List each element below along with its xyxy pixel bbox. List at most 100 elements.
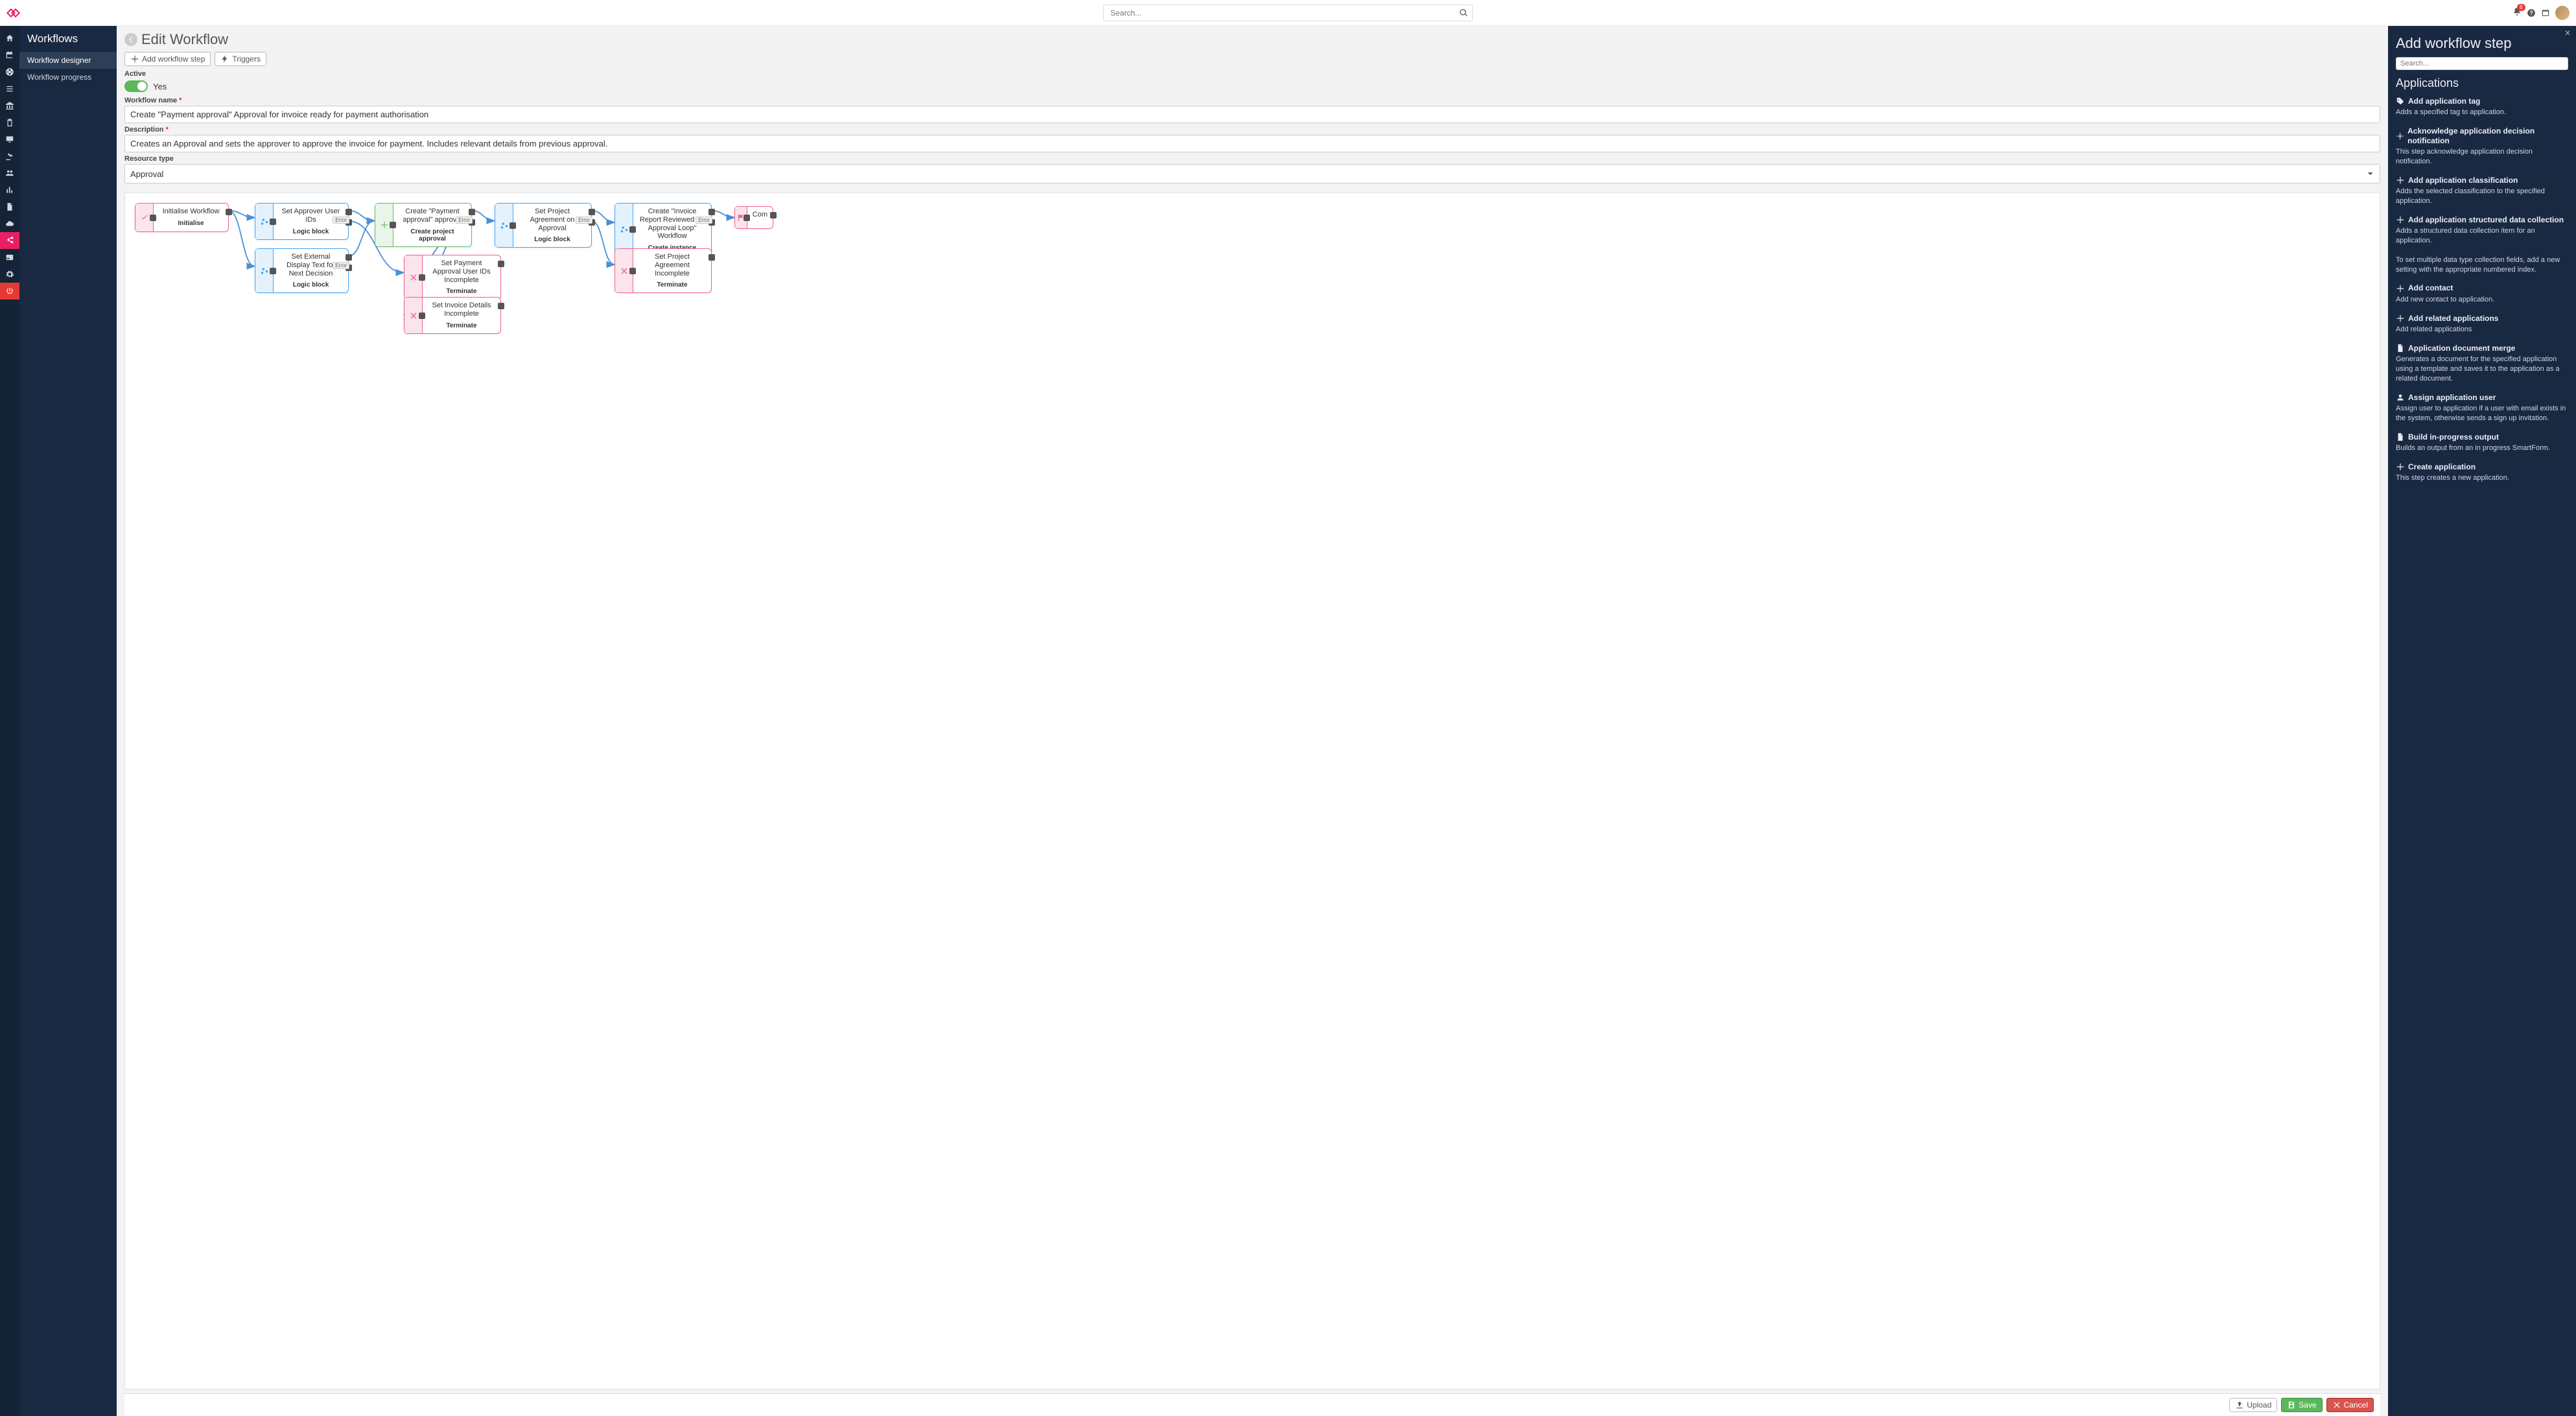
footer-toolbar: Upload Save Cancel <box>124 1393 2380 1416</box>
rail-power[interactable] <box>0 283 19 300</box>
global-search-wrap <box>1103 5 1473 21</box>
workflow-link[interactable] <box>349 221 375 257</box>
step-option-9[interactable]: Create applicationThis step creates a ne… <box>2396 462 2568 483</box>
plus-icon <box>2396 176 2405 185</box>
node-port-in[interactable] <box>390 222 396 228</box>
back-button[interactable] <box>124 33 137 46</box>
node-port-in[interactable] <box>270 268 276 274</box>
active-toggle[interactable] <box>124 80 148 92</box>
node-port-in[interactable] <box>150 215 156 221</box>
workflow-node-n7[interactable]: Set Project Agreement on ApprovalLogic b… <box>495 203 592 248</box>
step-option-title: Acknowledge application decision notific… <box>2396 126 2568 145</box>
rail-users[interactable] <box>0 165 19 182</box>
rail-calendar[interactable] <box>0 47 19 64</box>
workflow-node-n2[interactable]: Set Approver User IDsLogic blockError <box>255 203 349 239</box>
node-port-in[interactable] <box>629 268 636 274</box>
step-search-input[interactable] <box>2396 57 2568 70</box>
global-search-button[interactable] <box>1457 6 1470 19</box>
rail-gavel[interactable] <box>0 148 19 165</box>
workflow-node-n3[interactable]: Set External Display Text for Next Decis… <box>255 248 349 293</box>
help-icon[interactable] <box>2527 8 2536 18</box>
node-port-out[interactable] <box>589 209 595 215</box>
rail-list[interactable] <box>0 80 19 97</box>
node-port-out[interactable] <box>498 261 504 267</box>
node-port-out[interactable] <box>770 212 777 218</box>
node-port-out[interactable] <box>708 254 715 261</box>
rail-clipboard[interactable] <box>0 114 19 131</box>
node-port-in[interactable] <box>419 313 425 319</box>
rail-globe[interactable] <box>0 64 19 80</box>
node-port-out[interactable] <box>345 254 352 261</box>
workflow-node-n9[interactable]: Set Project Agreement IncompleteTerminat… <box>615 248 712 293</box>
resource-type-select[interactable]: Approval <box>124 164 2380 183</box>
rail-file[interactable] <box>0 198 19 215</box>
rail-bank[interactable] <box>0 97 19 114</box>
users-icon <box>5 169 14 178</box>
workflow-link[interactable] <box>472 211 495 221</box>
main-area: Edit Workflow Add workflow step Triggers… <box>117 26 2388 1416</box>
node-port-in[interactable] <box>744 215 750 221</box>
workflow-node-n5[interactable]: Set Payment Approval User IDs Incomplete… <box>404 255 501 300</box>
cancel-button[interactable]: Cancel <box>2326 1398 2374 1412</box>
node-port-out[interactable] <box>708 209 715 215</box>
step-option-title: Assign application user <box>2396 393 2568 402</box>
check-icon <box>140 213 149 222</box>
step-option-5[interactable]: Add related applicationsAdd related appl… <box>2396 314 2568 335</box>
node-port-out[interactable] <box>345 209 352 215</box>
step-option-desc: Builds an output from an in progress Sma… <box>2396 443 2568 453</box>
rail-monitor[interactable] <box>0 131 19 148</box>
rail-chart[interactable] <box>0 182 19 198</box>
step-option-8[interactable]: Build in-progress outputBuilds an output… <box>2396 432 2568 453</box>
node-body: Com <box>747 207 773 228</box>
description-input[interactable] <box>124 135 2380 152</box>
node-port-out[interactable] <box>469 209 475 215</box>
node-port-in[interactable] <box>509 222 516 229</box>
save-button[interactable]: Save <box>2281 1398 2322 1412</box>
node-port-out[interactable] <box>226 209 232 215</box>
file-icon <box>2396 432 2405 442</box>
node-port-in[interactable] <box>270 218 276 225</box>
node-error-tag: Error <box>696 217 712 224</box>
workflow-link[interactable] <box>592 211 615 222</box>
step-option-4[interactable]: Add contactAdd new contact to applicatio… <box>2396 283 2568 304</box>
node-port-in[interactable] <box>419 274 425 281</box>
rail-cloud[interactable] <box>0 215 19 232</box>
triggers-button[interactable]: Triggers <box>215 52 266 66</box>
node-port-in[interactable] <box>629 226 636 233</box>
workflow-link[interactable] <box>229 211 255 218</box>
global-search-input[interactable] <box>1103 5 1473 21</box>
node-port-out[interactable] <box>498 303 504 309</box>
sidenav-item-1[interactable]: Workflow progress <box>19 69 117 86</box>
workflow-link[interactable] <box>349 211 375 221</box>
app-logo[interactable] <box>8 7 19 19</box>
workflow-node-n4[interactable]: Create "Payment approval" approvalCreate… <box>375 203 472 246</box>
step-option-6[interactable]: Application document mergeGenerates a do… <box>2396 344 2568 384</box>
rail-share[interactable] <box>0 232 19 249</box>
step-option-7[interactable]: Assign application userAssign user to ap… <box>2396 393 2568 423</box>
upload-button[interactable]: Upload <box>2229 1398 2277 1412</box>
step-option-2[interactable]: Add application classificationAdds the s… <box>2396 176 2568 206</box>
rail-gear[interactable] <box>0 266 19 283</box>
add-workflow-step-button[interactable]: Add workflow step <box>124 52 211 66</box>
plus-icon <box>2396 314 2405 323</box>
workflow-node-n1[interactable]: Initialise WorkflowInitialise <box>135 203 229 232</box>
window-icon[interactable] <box>2541 8 2550 18</box>
notifications-button[interactable]: 6 <box>2512 7 2522 18</box>
workflow-link[interactable] <box>592 221 615 265</box>
close-panel-button[interactable]: ✕ <box>2564 29 2571 38</box>
step-option-0[interactable]: Add application tagAdds a specified tag … <box>2396 97 2568 117</box>
rail-home[interactable] <box>0 30 19 47</box>
step-option-1[interactable]: Acknowledge application decision notific… <box>2396 126 2568 166</box>
workflow-link[interactable] <box>229 211 255 266</box>
workflow-canvas[interactable]: Initialise WorkflowInitialise Set Approve… <box>124 193 2380 1389</box>
node-title: Set Project Agreement Incomplete <box>638 253 706 277</box>
workflow-name-input[interactable] <box>124 106 2380 123</box>
node-title: Com <box>753 211 767 219</box>
rail-id[interactable] <box>0 249 19 266</box>
sidenav-item-0[interactable]: Workflow designer <box>19 52 117 69</box>
workflow-node-n10[interactable]: Com <box>734 206 773 229</box>
user-avatar[interactable] <box>2555 6 2570 20</box>
workflow-link[interactable] <box>712 211 734 218</box>
step-option-3[interactable]: Add application structured data collecti… <box>2396 215 2568 275</box>
workflow-node-n6[interactable]: Set Invoice Details IncompleteTerminate <box>404 297 501 333</box>
